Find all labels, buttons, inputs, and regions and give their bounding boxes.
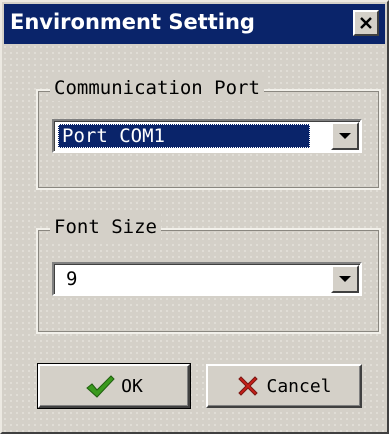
close-button[interactable] bbox=[353, 10, 379, 36]
window-title: Environment Setting bbox=[10, 10, 255, 34]
font-size-dropdown-button[interactable] bbox=[331, 265, 359, 293]
communication-port-select[interactable]: Port COM1 bbox=[52, 119, 362, 153]
ok-button-label: OK bbox=[121, 375, 143, 397]
chevron-down-icon bbox=[339, 276, 351, 282]
font-size-legend: Font Size bbox=[50, 214, 161, 240]
communication-port-legend: Communication Port bbox=[50, 75, 264, 101]
font-size-select[interactable]: 9 bbox=[52, 262, 362, 296]
x-icon bbox=[238, 376, 259, 396]
communication-port-value: Port COM1 bbox=[58, 124, 310, 148]
chevron-down-icon bbox=[339, 133, 351, 139]
close-icon bbox=[360, 17, 372, 29]
title-bar: Environment Setting bbox=[4, 4, 385, 44]
cancel-button[interactable]: Cancel bbox=[206, 364, 362, 408]
communication-port-dropdown-button[interactable] bbox=[331, 122, 359, 150]
environment-setting-dialog: Environment Setting Communication Port P… bbox=[0, 0, 389, 434]
ok-button[interactable]: OK bbox=[37, 363, 191, 409]
cancel-button-label: Cancel bbox=[266, 375, 332, 397]
check-icon bbox=[86, 375, 115, 398]
font-size-value: 9 bbox=[66, 268, 78, 290]
